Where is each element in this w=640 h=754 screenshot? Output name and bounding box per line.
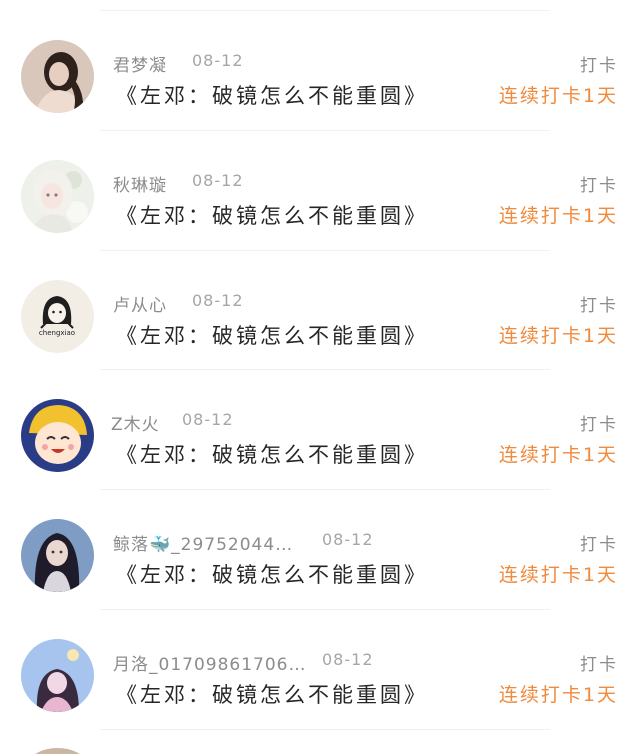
avatar-sketch-chengxiao-icon: chengxiao <box>21 280 94 353</box>
checkin-date: 08-12 <box>192 171 244 190</box>
user-name[interactable]: Z木火 <box>111 410 160 435</box>
streak-label: 连续打卡1天 <box>498 684 618 706</box>
book-title[interactable]: 《左邓：破镜怎么不能重圆》 <box>116 320 428 350</box>
checkin-row[interactable]: Z木火 08-12 《左邓：破镜怎么不能重圆》 打卡 连续打卡1天 <box>0 369 640 489</box>
checkin-row[interactable]: 月洛_01709861706… 08-12 《左邓：破镜怎么不能重圆》 打卡 连… <box>0 609 640 729</box>
checkin-row[interactable]: 君梦凝 08-12 《左邓：破镜怎么不能重圆》 打卡 连续打卡1天 <box>0 10 640 130</box>
checkin-row[interactable]: chengxiao 卢从心 08-12 《左邓：破镜怎么不能重圆》 打卡 连续打… <box>0 250 640 370</box>
streak-label: 连续打卡1天 <box>498 444 618 466</box>
user-avatar[interactable] <box>21 40 94 113</box>
checkin-list: 君梦凝 08-12 《左邓：破镜怎么不能重圆》 打卡 连续打卡1天 秋琳璇 08… <box>0 0 640 754</box>
book-title[interactable]: 《左邓：破镜怎么不能重圆》 <box>116 679 428 709</box>
book-title[interactable]: 《左邓：破镜怎么不能重圆》 <box>116 200 428 230</box>
user-name[interactable]: 鲸落🐳_29752044… <box>113 530 293 555</box>
streak-label: 连续打卡1天 <box>498 325 618 347</box>
avatar-illustration-sky-icon <box>21 639 94 712</box>
user-name[interactable]: 月洛_01709861706… <box>113 650 306 675</box>
checkin-row[interactable]: 秋琳璇 08-12 《左邓：破镜怎么不能重圆》 打卡 连续打卡1天 <box>0 130 640 250</box>
avatar-photo-girl-blue-icon <box>21 519 94 592</box>
checkin-row[interactable]: 鲸落🐳_29752044… 08-12 《左邓：破镜怎么不能重圆》 打卡 连续打… <box>0 489 640 609</box>
avatar-caption: chengxiao <box>39 329 75 337</box>
streak-label: 连续打卡1天 <box>498 564 618 586</box>
checkin-date: 08-12 <box>322 530 374 549</box>
avatar-photo-girl-dark-icon <box>21 40 94 113</box>
checkin-tag: 打卡 <box>580 655 618 675</box>
streak-label: 连续打卡1天 <box>498 205 618 227</box>
user-avatar[interactable] <box>21 160 94 233</box>
checkin-date: 08-12 <box>192 51 244 70</box>
avatar-cartoon-yellow-hat-icon <box>21 399 94 472</box>
checkin-tag: 打卡 <box>580 535 618 555</box>
user-avatar[interactable] <box>30 748 85 754</box>
user-avatar[interactable] <box>21 519 94 592</box>
checkin-date: 08-12 <box>322 650 374 669</box>
book-title[interactable]: 《左邓：破镜怎么不能重圆》 <box>116 439 428 469</box>
divider <box>100 729 550 730</box>
checkin-date: 08-12 <box>192 291 244 310</box>
checkin-date: 08-12 <box>182 410 234 429</box>
checkin-tag: 打卡 <box>580 56 618 76</box>
user-name[interactable]: 君梦凝 <box>113 51 167 76</box>
user-avatar[interactable]: chengxiao <box>21 280 94 353</box>
checkin-tag: 打卡 <box>580 415 618 435</box>
user-avatar[interactable] <box>21 399 94 472</box>
book-title[interactable]: 《左邓：破镜怎么不能重圆》 <box>116 80 428 110</box>
user-avatar[interactable] <box>21 639 94 712</box>
checkin-tag: 打卡 <box>580 296 618 316</box>
streak-label: 连续打卡1天 <box>498 85 618 107</box>
book-title[interactable]: 《左邓：破镜怎么不能重圆》 <box>116 559 428 589</box>
user-name[interactable]: 秋琳璇 <box>113 171 167 196</box>
avatar-anime-white-hair-icon <box>21 160 94 233</box>
user-name[interactable]: 卢从心 <box>113 291 167 316</box>
checkin-tag: 打卡 <box>580 176 618 196</box>
